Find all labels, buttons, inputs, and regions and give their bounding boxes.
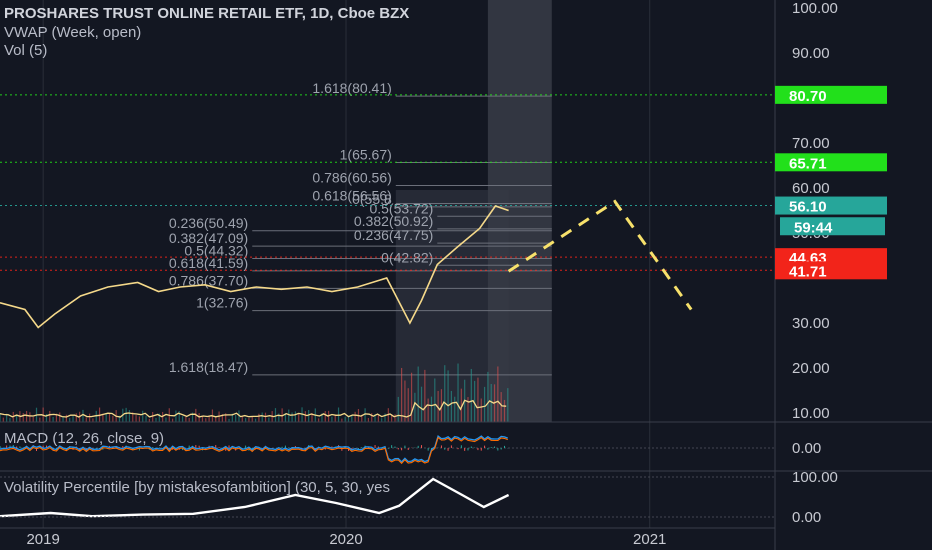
time-axis-label: 2020 bbox=[329, 531, 362, 548]
fib-level-label: 0.786(60.56) bbox=[312, 169, 391, 185]
price-tick-label: 100.00 bbox=[792, 0, 838, 17]
volatility-legend: Volatility Percentile [by mistakesofambi… bbox=[4, 479, 391, 496]
time-axis-label: 2021 bbox=[633, 531, 666, 548]
fib-level-label: 1.618(80.41) bbox=[312, 80, 391, 96]
price-badge-label: 80.70 bbox=[789, 88, 827, 105]
fib-level-label: 1(65.67) bbox=[340, 146, 392, 162]
chart-title: PROSHARES TRUST ONLINE RETAIL ETF, 1D, C… bbox=[4, 5, 410, 22]
price-badge: 65.71 bbox=[775, 153, 887, 172]
chart-canvas[interactable]: 1.618(80.41)1(65.67)0.786(60.56)0.618(56… bbox=[0, 0, 932, 550]
price-badge: 80.70 bbox=[775, 85, 887, 105]
price-tick-label: 10.00 bbox=[792, 405, 830, 422]
time-axis-label: 2019 bbox=[26, 531, 59, 548]
price-badge-label: 65.71 bbox=[789, 155, 827, 172]
macd-legend: MACD (12, 26, close, 9) bbox=[4, 430, 165, 447]
macd-tick-label: 0.00 bbox=[792, 440, 821, 457]
volume-legend: Vol (5) bbox=[4, 42, 48, 59]
price-badge: 56.10 bbox=[775, 196, 887, 216]
price-badge-label: 41.71 bbox=[789, 263, 827, 280]
price-badge-label: 59:44 bbox=[794, 219, 833, 236]
fib-level-label: 0.236(50.49) bbox=[169, 215, 248, 231]
price-tick-label: 20.00 bbox=[792, 360, 830, 377]
price-tick-label: 70.00 bbox=[792, 135, 830, 152]
price-tick-label: 90.00 bbox=[792, 45, 830, 62]
volatility-tick-label: 0.00 bbox=[792, 509, 821, 526]
price-tick-label: 30.00 bbox=[792, 315, 830, 332]
price-tick-label: 60.00 bbox=[792, 180, 830, 197]
volatility-tick-label: 100.00 bbox=[792, 469, 838, 486]
fib-level-label: 0.236(47.75) bbox=[354, 227, 433, 243]
range-box-light bbox=[487, 0, 552, 422]
fib-level-label: 1(32.76) bbox=[196, 295, 248, 311]
price-badge: 59:44 bbox=[780, 217, 885, 236]
price-badge: 41.71 bbox=[775, 261, 887, 280]
vwap-legend: VWAP (Week, open) bbox=[4, 24, 142, 41]
price-badge-label: 56.10 bbox=[789, 199, 827, 216]
fib-level-label: 1.618(18.47) bbox=[169, 359, 248, 375]
